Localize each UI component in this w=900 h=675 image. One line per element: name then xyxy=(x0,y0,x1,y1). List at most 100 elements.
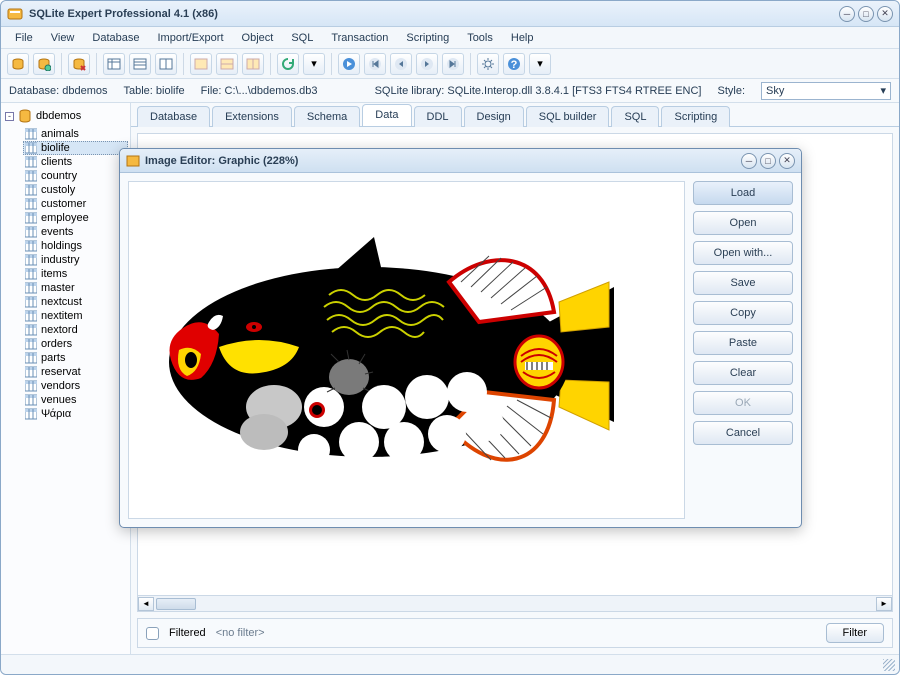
dialog-save-button[interactable]: Save xyxy=(693,271,793,295)
menu-help[interactable]: Help xyxy=(503,29,542,47)
dialog-minimize-button[interactable]: ─ xyxy=(741,153,757,169)
tree-table-vendors[interactable]: vendors xyxy=(23,379,128,393)
minimize-button[interactable]: ─ xyxy=(839,6,855,22)
dialog-clear-button[interactable]: Clear xyxy=(693,361,793,385)
toolbar-sep xyxy=(96,53,97,75)
toolbar-last[interactable] xyxy=(442,53,464,75)
menu-file[interactable]: File xyxy=(7,29,41,47)
table-icon xyxy=(25,380,37,392)
tab-extensions[interactable]: Extensions xyxy=(212,106,292,127)
menubar: File View Database Import/Export Object … xyxy=(1,27,899,49)
tab-sql-builder[interactable]: SQL builder xyxy=(526,106,610,127)
tree-table-industry[interactable]: industry xyxy=(23,253,128,267)
tree-table-country[interactable]: country xyxy=(23,169,128,183)
tree-table-parts[interactable]: parts xyxy=(23,351,128,365)
dialog-maximize-button[interactable]: □ xyxy=(760,153,776,169)
tree-table-items[interactable]: items xyxy=(23,267,128,281)
toolbar-sep xyxy=(183,53,184,75)
tree-table-nextitem[interactable]: nextitem xyxy=(23,309,128,323)
info-style-label: Style: xyxy=(717,85,745,97)
scroll-right-icon[interactable]: ► xyxy=(876,597,892,611)
menu-transaction[interactable]: Transaction xyxy=(323,29,396,47)
toolbar-drop[interactable]: ▾ xyxy=(303,53,325,75)
tree-table-nextcust[interactable]: nextcust xyxy=(23,295,128,309)
maximize-button[interactable]: □ xyxy=(858,6,874,22)
tab-scripting[interactable]: Scripting xyxy=(661,106,730,127)
menu-database[interactable]: Database xyxy=(84,29,147,47)
toolbar-settings[interactable] xyxy=(477,53,499,75)
resize-grip[interactable] xyxy=(883,659,895,671)
scroll-left-icon[interactable]: ◄ xyxy=(138,597,154,611)
menu-tools[interactable]: Tools xyxy=(459,29,501,47)
menu-import-export[interactable]: Import/Export xyxy=(149,29,231,47)
info-file: File: C:\...\dbdemos.db3 xyxy=(201,85,318,97)
tree-table-holdings[interactable]: holdings xyxy=(23,239,128,253)
toolbar-view1[interactable] xyxy=(190,53,212,75)
style-dropdown[interactable]: Sky ▾ xyxy=(761,82,891,100)
menu-view[interactable]: View xyxy=(43,29,83,47)
toolbar-view3[interactable] xyxy=(242,53,264,75)
image-canvas[interactable] xyxy=(128,181,685,519)
tree-table-clients[interactable]: clients xyxy=(23,155,128,169)
filter-bar: Filtered <no filter> Filter xyxy=(137,618,893,648)
dialog-title: Image Editor: Graphic (228%) xyxy=(145,155,741,167)
toolbar-table2[interactable] xyxy=(129,53,151,75)
tree-item-label: animals xyxy=(41,128,79,140)
menu-sql[interactable]: SQL xyxy=(283,29,321,47)
tree-item-label: parts xyxy=(41,352,65,364)
dialog-paste-button[interactable]: Paste xyxy=(693,331,793,355)
filter-checkbox[interactable] xyxy=(146,627,159,640)
menu-scripting[interactable]: Scripting xyxy=(398,29,457,47)
window-buttons: ─ □ ✕ xyxy=(839,6,893,22)
tree-table-reservat[interactable]: reservat xyxy=(23,365,128,379)
toolbar-first[interactable] xyxy=(364,53,386,75)
tree-table-custoly[interactable]: custoly xyxy=(23,183,128,197)
toolbar-dropdown[interactable]: ▾ xyxy=(529,53,551,75)
toolbar-open-db[interactable] xyxy=(33,53,55,75)
toolbar-refresh[interactable] xyxy=(277,53,299,75)
tree-root[interactable]: - dbdemos xyxy=(3,107,128,125)
dialog-ok-button: OK xyxy=(693,391,793,415)
tab-design[interactable]: Design xyxy=(464,106,524,127)
toolbar-prev[interactable] xyxy=(390,53,412,75)
dialog-close-button[interactable]: ✕ xyxy=(779,153,795,169)
toolbar-remove-db[interactable] xyxy=(68,53,90,75)
toolbar-table3[interactable] xyxy=(155,53,177,75)
toolbar-table1[interactable] xyxy=(103,53,125,75)
scroll-thumb[interactable] xyxy=(156,598,196,610)
dialog-load-button[interactable]: Load xyxy=(693,181,793,205)
toolbar-view2[interactable] xyxy=(216,53,238,75)
dialog-button-column: Load Open Open with... Save Copy Paste Clear OK… xyxy=(693,181,793,519)
tree-table-biolife[interactable]: biolife xyxy=(23,141,128,155)
dialog-open-button[interactable]: Open xyxy=(693,211,793,235)
toolbar-new-db[interactable] xyxy=(7,53,29,75)
tab-database[interactable]: Database xyxy=(137,106,210,127)
tree-table-Ψάρια[interactable]: Ψάρια xyxy=(23,407,128,421)
dialog-cancel-button[interactable]: Cancel xyxy=(693,421,793,445)
tree-table-customer[interactable]: customer xyxy=(23,197,128,211)
horizontal-scrollbar[interactable]: ◄ ► xyxy=(138,595,892,611)
tree-table-master[interactable]: master xyxy=(23,281,128,295)
tree-table-employee[interactable]: employee xyxy=(23,211,128,225)
tree-item-label: orders xyxy=(41,338,72,350)
tab-schema[interactable]: Schema xyxy=(294,106,360,127)
tab-data[interactable]: Data xyxy=(362,104,411,126)
dialog-copy-button[interactable]: Copy xyxy=(693,301,793,325)
tree-table-orders[interactable]: orders xyxy=(23,337,128,351)
tab-ddl[interactable]: DDL xyxy=(414,106,462,127)
tree-table-animals[interactable]: animals xyxy=(23,127,128,141)
menu-object[interactable]: Object xyxy=(234,29,282,47)
toolbar-play[interactable] xyxy=(338,53,360,75)
tree-table-venues[interactable]: venues xyxy=(23,393,128,407)
toolbar-help[interactable]: ? xyxy=(503,53,525,75)
toolbar-next[interactable] xyxy=(416,53,438,75)
tree-table-events[interactable]: events xyxy=(23,225,128,239)
tree-table-nextord[interactable]: nextord xyxy=(23,323,128,337)
table-icon xyxy=(25,142,37,154)
close-button[interactable]: ✕ xyxy=(877,6,893,22)
dialog-open-with--button[interactable]: Open with... xyxy=(693,241,793,265)
tab-sql[interactable]: SQL xyxy=(611,106,659,127)
filter-button[interactable]: Filter xyxy=(826,623,884,643)
table-icon xyxy=(25,184,37,196)
tree-collapse-icon[interactable]: - xyxy=(5,112,14,121)
